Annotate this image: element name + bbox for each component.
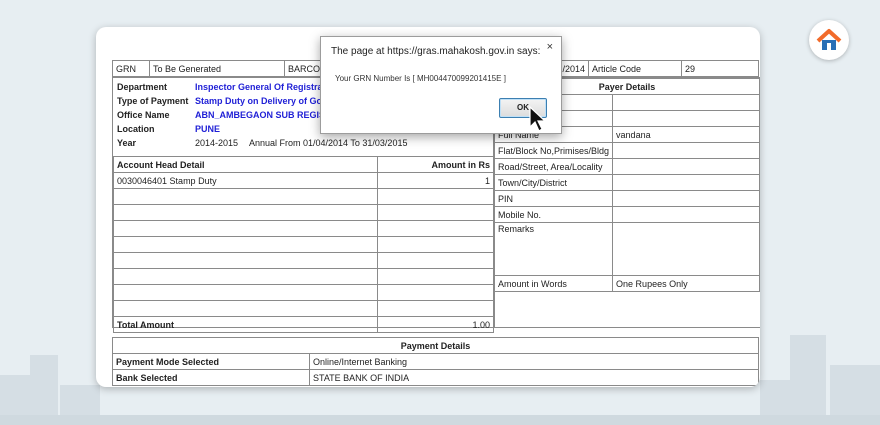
total-amount-label: Total Amount <box>113 316 378 333</box>
house-icon <box>816 29 842 50</box>
town-label: Town/City/District <box>493 174 614 191</box>
table-row: 0030046401 Stamp Duty 1 <box>113 172 494 189</box>
total-amount-value: 1.00 <box>377 316 494 333</box>
remarks-label: Remarks <box>493 222 614 276</box>
payment-details-heading: Payment Details <box>112 337 759 354</box>
bank-label: Bank Selected <box>112 369 310 386</box>
article-code-value: 29 <box>681 60 759 77</box>
close-icon[interactable]: × <box>547 41 553 53</box>
payment-mode-label: Payment Mode Selected <box>112 353 310 370</box>
grn-value: To Be Generated <box>149 60 285 77</box>
road-label: Road/Street, Area/Locality <box>493 158 614 175</box>
period-value: Annual From 01/04/2014 To 31/03/2015 <box>249 138 408 148</box>
amount-words-label: Amount in Words <box>493 275 614 292</box>
amount-words-value: One Rupees Only <box>612 275 760 292</box>
payment-mode-value: Online/Internet Banking <box>309 353 759 370</box>
article-code-label: Article Code <box>588 60 682 77</box>
flat-label: Flat/Block No,Primises/Bldg <box>493 142 614 159</box>
pin-label: PIN <box>493 190 614 207</box>
mobile-label: Mobile No. <box>493 206 614 223</box>
grn-number-message: Your GRN Number Is [ MH004470099201415E … <box>335 74 506 83</box>
bank-value: STATE BANK OF INDIA <box>309 369 759 386</box>
dialog-title: The page at https://gras.mahakosh.gov.in… <box>331 46 541 57</box>
account-head-header: Account Head Detail <box>113 156 378 173</box>
brand-logo <box>809 20 849 60</box>
payment-details-table: Payment Details Payment Mode Selected On… <box>112 337 759 386</box>
account-head-table: Account Head Detail Amount in Rs 0030046… <box>113 156 494 333</box>
amount-header: Amount in Rs <box>377 156 494 173</box>
grn-label: GRN <box>112 60 150 77</box>
mouse-pointer-icon <box>529 106 547 132</box>
full-name-value: vandana <box>612 126 760 143</box>
alert-dialog: The page at https://gras.mahakosh.gov.in… <box>320 36 562 134</box>
